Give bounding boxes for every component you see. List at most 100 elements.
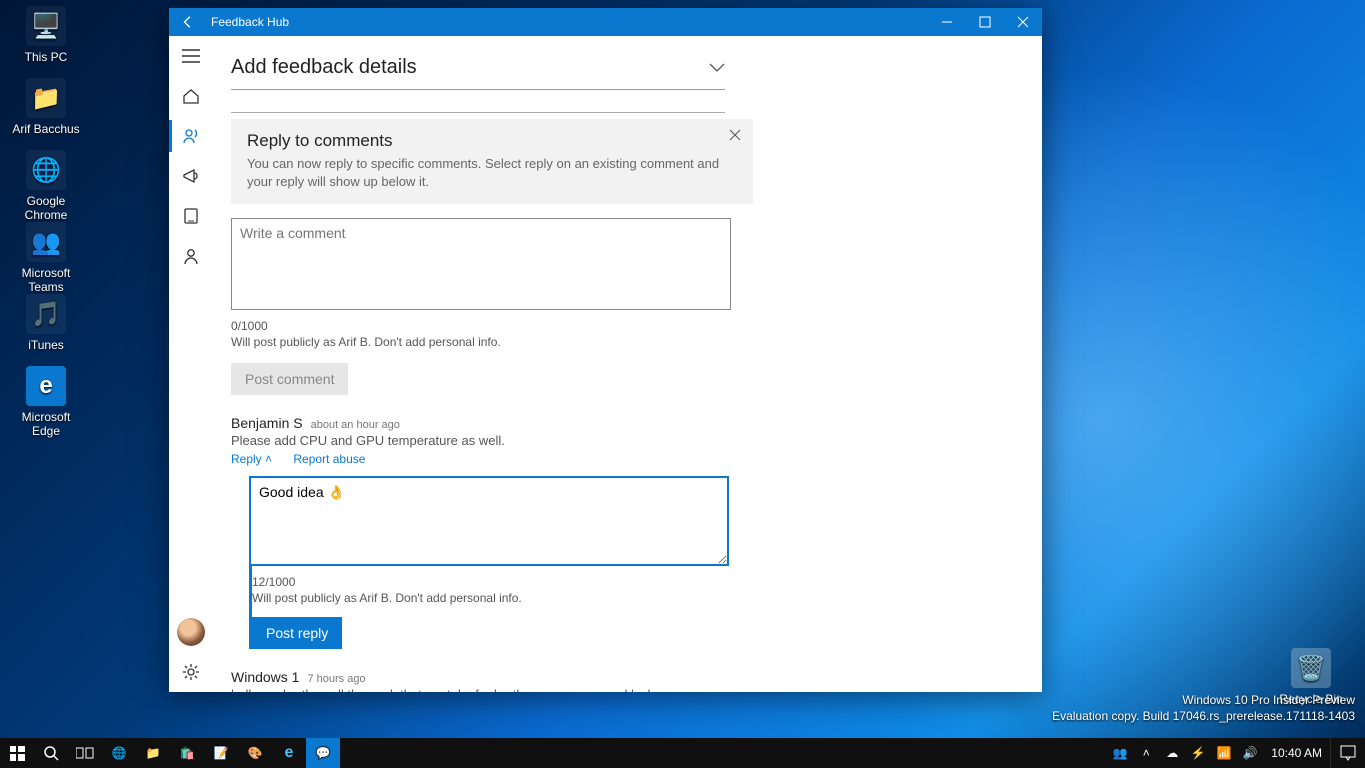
- task-view-button[interactable]: [68, 738, 102, 768]
- start-button[interactable]: [0, 738, 34, 768]
- taskbar-app-edge[interactable]: e: [272, 738, 306, 768]
- comment-counter: 0/1000: [231, 319, 1014, 333]
- page-title: Add feedback details: [231, 56, 709, 79]
- watermark-line1: Windows 10 Pro Insider Preview: [1052, 692, 1355, 708]
- search-button[interactable]: [34, 738, 68, 768]
- taskbar-app-paint[interactable]: 🎨: [238, 738, 272, 768]
- taskbar-app-notes[interactable]: 📝: [204, 738, 238, 768]
- reply-link[interactable]: Reply ˄: [231, 452, 272, 466]
- user-avatar[interactable]: [169, 612, 213, 652]
- folder-icon: 📁: [26, 78, 66, 118]
- titlebar[interactable]: Feedback Hub: [169, 8, 1042, 36]
- comment-author: Windows 1: [231, 669, 299, 685]
- system-tray: 👥 ˄ ☁ ⚡ 📶 🔊 10:40 AM: [1107, 738, 1365, 768]
- power-icon: ⚡: [1191, 746, 1206, 760]
- info-close-button[interactable]: [725, 125, 745, 145]
- minimize-button[interactable]: [928, 8, 966, 36]
- nav-profile[interactable]: [169, 236, 213, 276]
- nav-announcements[interactable]: [169, 156, 213, 196]
- taskbar: 🌐 📁 🛍️ 📝 🎨 e 💬 👥 ˄ ☁ ⚡ 📶 🔊 10:40 AM: [0, 738, 1365, 768]
- comment-body: Please add CPU and GPU temperature as we…: [231, 433, 721, 448]
- comment-item: Benjamin S about an hour ago Please add …: [231, 415, 721, 649]
- wifi-icon: 📶: [1217, 746, 1232, 760]
- action-center-button[interactable]: [1330, 738, 1365, 768]
- chrome-icon: 🌐: [112, 746, 127, 760]
- desktop-icon-label: Microsoft Edge: [6, 410, 86, 438]
- feedback-hub-window: Feedback Hub Add feedback details: [169, 8, 1042, 692]
- comment-author: Benjamin S: [231, 415, 303, 431]
- store-icon: 🛍️: [180, 746, 195, 760]
- tray-onedrive[interactable]: ☁: [1159, 738, 1185, 768]
- nav-settings[interactable]: [169, 652, 213, 692]
- chevron-up-icon: ˄: [1143, 746, 1150, 760]
- taskbar-app-store[interactable]: 🛍️: [170, 738, 204, 768]
- paint-icon: 🎨: [248, 746, 263, 760]
- person-voice-icon: [182, 127, 200, 145]
- tray-show-hidden[interactable]: ˄: [1133, 738, 1159, 768]
- report-abuse-link[interactable]: Report abuse: [293, 452, 365, 466]
- tray-people[interactable]: 👥: [1107, 738, 1133, 768]
- nav-quests[interactable]: [169, 196, 213, 236]
- close-button[interactable]: [1004, 8, 1042, 36]
- page-header[interactable]: Add feedback details: [231, 50, 725, 90]
- content-area: Add feedback details Reply to comments Y…: [213, 36, 1042, 692]
- desktop-icon-label: Arif Bacchus: [6, 122, 86, 136]
- gear-icon: [182, 663, 200, 681]
- close-icon: [1017, 16, 1029, 28]
- comment-item: Windows 1 7 hours ago hello my brother. …: [231, 669, 721, 692]
- speaker-icon: 🔊: [1243, 746, 1258, 760]
- tray-power[interactable]: ⚡: [1185, 738, 1211, 768]
- edge-icon: e: [26, 366, 66, 406]
- notification-icon: [1340, 745, 1356, 761]
- desktop: 🖥️ This PC 📁 Arif Bacchus 🌐 Google Chrome 👥…: [0, 0, 1365, 768]
- nav-home[interactable]: [169, 76, 213, 116]
- hamburger-button[interactable]: [169, 36, 213, 76]
- post-reply-button[interactable]: Post reply: [252, 617, 342, 649]
- chevron-down-icon: [709, 63, 725, 73]
- itunes-icon: 🎵: [26, 294, 66, 334]
- desktop-icon-itunes[interactable]: 🎵 iTunes: [6, 294, 86, 352]
- nav-feedback[interactable]: [169, 116, 213, 156]
- avatar-icon: [177, 618, 205, 646]
- comment-hint: Will post publicly as Arif B. Don't add …: [231, 335, 1014, 349]
- hamburger-icon: [182, 49, 200, 63]
- chrome-icon: 🌐: [26, 150, 66, 190]
- desktop-icon-teams[interactable]: 👥Microsoft Teams: [6, 222, 86, 294]
- comment-time: about an hour ago: [311, 419, 400, 431]
- windows-icon: [10, 746, 25, 761]
- reply-counter: 12/1000: [252, 575, 721, 589]
- post-comment-button[interactable]: Post comment: [231, 363, 348, 395]
- tray-wifi[interactable]: 📶: [1211, 738, 1237, 768]
- notes-icon: 📝: [214, 746, 229, 760]
- people-icon: 👥: [1113, 746, 1128, 760]
- home-icon: [182, 87, 200, 105]
- desktop-icon-user-folder[interactable]: 📁 Arif Bacchus: [6, 78, 86, 136]
- recycle-icon: 🗑️: [1291, 648, 1331, 688]
- info-title: Reply to comments: [247, 131, 737, 151]
- taskbar-app-chrome[interactable]: 🌐: [102, 738, 136, 768]
- edge-icon: e: [285, 744, 294, 762]
- arrow-left-icon: [181, 15, 195, 29]
- monitor-icon: 🖥️: [26, 6, 66, 46]
- back-button[interactable]: [169, 8, 207, 36]
- reply-input[interactable]: [249, 476, 729, 566]
- taskbar-app-feedback-hub[interactable]: 💬: [306, 738, 340, 768]
- desktop-icon-label: This PC: [6, 50, 86, 64]
- desktop-icon-this-pc[interactable]: 🖥️ This PC: [6, 6, 86, 64]
- taskbar-app-explorer[interactable]: 📁: [136, 738, 170, 768]
- maximize-button[interactable]: [966, 8, 1004, 36]
- maximize-icon: [979, 16, 991, 28]
- tray-clock[interactable]: 10:40 AM: [1263, 746, 1330, 760]
- cloud-icon: ☁: [1166, 746, 1178, 760]
- desktop-icon-label: iTunes: [6, 338, 86, 352]
- desktop-icon-label: Google Chrome: [6, 194, 86, 222]
- tray-volume[interactable]: 🔊: [1237, 738, 1263, 768]
- desktop-icon-label: Microsoft Teams: [6, 266, 86, 294]
- comment-input[interactable]: [231, 218, 731, 310]
- info-body: You can now reply to specific comments. …: [247, 155, 737, 190]
- desktop-icon-edge[interactable]: e Microsoft Edge: [6, 366, 86, 438]
- desktop-icon-chrome[interactable]: 🌐 Google Chrome: [6, 150, 86, 222]
- person-icon: [182, 247, 200, 265]
- reply-block: 12/1000 Will post publicly as Arif B. Do…: [249, 476, 721, 649]
- chevron-up-icon: ˄: [265, 452, 272, 466]
